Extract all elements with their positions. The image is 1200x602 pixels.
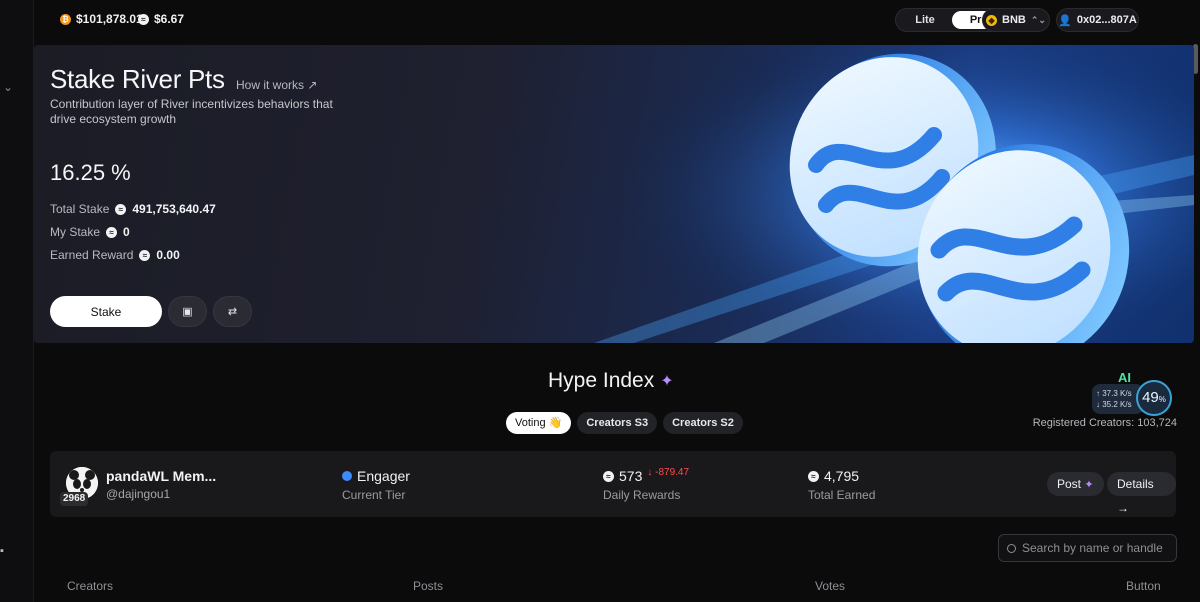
my-creator-card: 2968 pandaWL Mem... @dajingou1 Engager C… [50,451,1176,517]
daily-rewards-amount: 573 [619,468,643,484]
tier-value: Engager [342,468,410,484]
registered-creators: Registered Creators: 103,724 [1032,417,1177,429]
swap-icon-button[interactable]: ⇄ [213,296,252,327]
column-header-creators[interactable]: Creators [67,579,113,593]
hero-title: Stake River Pts [50,64,225,94]
chevron-updown-icon: ⌃⌄ [1030,14,1046,25]
my-stake-value: 0 [123,225,130,239]
earned-reward-label: Earned Reward [50,248,134,262]
download-speed: ↓ 35.2 K/s [1096,400,1132,409]
btc-price: $101,878.01 [76,12,143,26]
tier-badge-icon [342,471,352,481]
chain-label: BNB [1002,14,1026,26]
river-coins-illustration [594,45,1194,343]
post-label: Post [1057,477,1082,491]
total-stake-row: Total Stake ≈ 491,753,640.47 [50,202,216,216]
post-button[interactable]: Post ✦ [1047,472,1104,496]
my-stake-row: My Stake ≈ 0 [50,225,130,239]
column-header-posts[interactable]: Posts [413,579,443,593]
details-button[interactable]: Details → [1107,472,1176,515]
gauge-percent: 49 [1142,389,1159,406]
wallet-icon: ▣ [182,306,193,318]
creator-search[interactable] [998,534,1177,562]
total-earned-value: ≈ 4,795 [808,468,859,484]
total-earned-label: Total Earned [808,488,876,502]
tab-creators-s2[interactable]: Creators S2 [663,412,743,434]
percent-gauge: 49% [1136,380,1172,416]
earned-reward-row: Earned Reward ≈ 0.00 [50,248,180,262]
ai-network-widget[interactable]: AI ↑ 37.3 K/s ↓ 35.2 K/s 49% [1092,370,1178,416]
column-header-button[interactable]: Button [1126,579,1161,593]
creator-handle: @dajingou1 [106,487,171,501]
total-stake-value: 491,753,640.47 [132,202,216,216]
search-icon [1007,543,1016,553]
apr-value: 16.25 % [50,160,131,185]
hype-index-heading: Hype Index ✦ [548,369,674,393]
column-header-votes[interactable]: Votes [815,579,845,593]
river-token-icon: ≈ [106,226,118,238]
sparkle-icon: ✦ [1084,479,1094,491]
bnb-icon: ◆ [986,14,998,26]
stake-hero-panel: Stake River Pts How it works ↗ Contribut… [34,45,1194,343]
tab-creators-s3[interactable]: Creators S3 [577,412,658,434]
mode-lite[interactable]: Lite [898,11,952,29]
river-token-icon: ≈ [139,249,151,261]
stake-button[interactable]: Stake [50,296,162,327]
total-earned-amount: 4,795 [824,468,860,484]
user-icon: 👤 [1058,14,1072,27]
sparkle-icon: ✦ [660,373,674,390]
wallet-button[interactable]: 👤 0x02...807A [1056,8,1139,32]
chain-selector[interactable]: ◆ BNB ⌃⌄ [982,8,1050,32]
total-stake-label: Total Stake [50,202,110,216]
river-token-icon: ≈ [808,470,819,482]
my-stake-label: My Stake [50,225,101,239]
river-token-icon: ≈ [115,203,127,215]
tier-name: Engager [357,468,410,484]
river-token-icon: ≈ [138,13,149,25]
tier-label: Current Tier [342,488,406,502]
search-input[interactable] [1022,541,1172,555]
upload-speed: ↑ 37.3 K/s [1096,389,1132,398]
hype-tabs: Voting 👋 Creators S3 Creators S2 [506,412,743,434]
left-rail: ⌄ ▪ [0,0,34,602]
rank-badge: 2968 [60,492,89,506]
hero-description: Contribution layer of River incentivizes… [50,97,333,126]
daily-rewards-value: ≈ 573 ↓ -879.47 [603,466,690,484]
gauge-percent-unit: % [1158,395,1166,404]
daily-rewards-label: Daily Rewards [603,488,681,502]
how-it-works-link[interactable]: How it works ↗ [236,78,317,92]
chevron-down-icon[interactable]: ⌄ [3,80,13,94]
hype-index-title: Hype Index [548,369,655,392]
bitcoin-icon: ₿ [60,13,71,25]
btc-ticker: ₿ $101,878.01 [60,12,143,26]
wallet-address: 0x02...807A [1076,14,1137,26]
swap-arrows-icon: ⇄ [227,306,238,318]
bag-icon[interactable]: ▪ [0,545,4,557]
ai-label: AI [1118,370,1131,385]
tab-voting[interactable]: Voting 👋 [506,412,572,434]
river-token-icon: ≈ [603,470,614,482]
river-ticker: ≈ $6.67 [138,12,184,26]
daily-rewards-delta: ↓ -879.47 [647,466,690,478]
earned-reward-value: 0.00 [156,248,180,262]
creator-name: pandaWL Mem... [106,468,217,484]
river-price: $6.67 [154,12,185,26]
wallet-icon-button[interactable]: ▣ [168,296,207,327]
